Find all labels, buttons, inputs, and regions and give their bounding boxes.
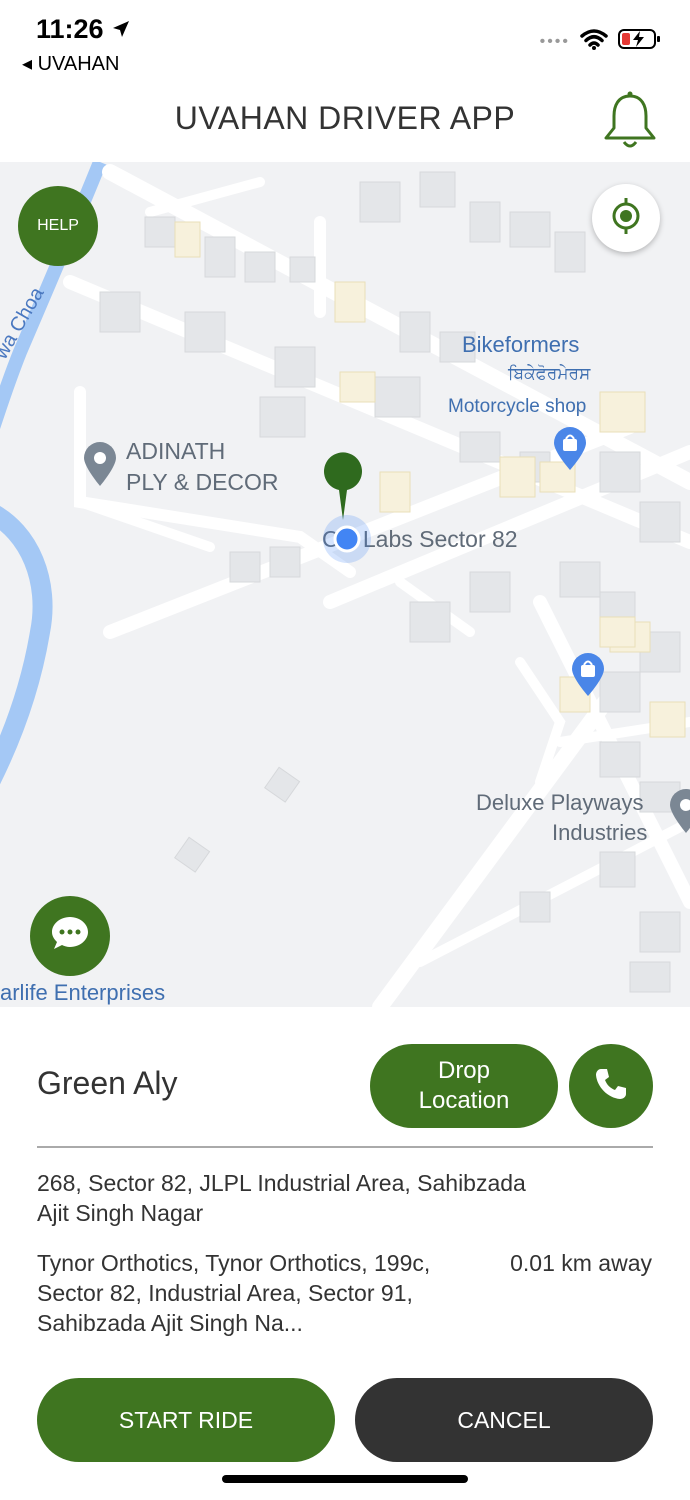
location-arrow-icon <box>111 15 131 46</box>
help-button[interactable]: HELP <box>18 186 98 266</box>
distance-away: 0.01 km away <box>510 1250 652 1276</box>
map-label-bikeformers[interactable]: Bikeformers <box>462 332 579 358</box>
drop-address: Tynor Orthotics, Tynor Orthotics, 199c, … <box>37 1250 431 1336</box>
back-to-app-link[interactable]: ◂ UVAHAN <box>22 51 119 76</box>
shopping-bag-pin-icon[interactable] <box>570 652 606 703</box>
current-location-dot-icon <box>322 514 372 569</box>
phone-icon <box>593 1066 629 1107</box>
recenter-button[interactable] <box>592 184 660 252</box>
map-label-bikeformers-punjabi: ਬਿਕੇਫੋਰਮੇਰਸ <box>508 364 591 383</box>
map-place-pin-icon[interactable] <box>668 787 690 840</box>
map-label-motorcycle-shop: Motorcycle shop <box>448 396 587 417</box>
map-view[interactable]: wa Choa Bikeformers ਬਿਕੇਫੋਰਮੇਰਸ Motorcyc… <box>0 162 690 1007</box>
crosshair-location-icon <box>606 196 646 241</box>
drop-location-button[interactable]: Drop Location <box>370 1044 558 1128</box>
home-indicator[interactable] <box>222 1475 468 1483</box>
passenger-name: Green Aly <box>37 1065 178 1101</box>
map-label-starlife[interactable]: arlife Enterprises <box>0 980 165 1006</box>
map-place-pin-icon[interactable] <box>82 440 118 493</box>
chat-button[interactable] <box>30 896 110 976</box>
map-canvas <box>0 162 690 1007</box>
wifi-icon <box>580 28 608 55</box>
pickup-address: 268, Sector 82, JLPL Industrial Area, Sa… <box>37 1170 526 1226</box>
start-ride-button[interactable]: START RIDE <box>37 1378 335 1462</box>
page-title: UVAHAN DRIVER APP <box>174 100 516 136</box>
divider <box>37 1146 653 1148</box>
notification-bell-icon[interactable] <box>600 90 660 157</box>
app-header: UVAHAN DRIVER APP <box>0 80 690 163</box>
map-label-deluxe-line2[interactable]: Industries <box>552 820 647 846</box>
status-time: 11:26 <box>36 14 131 46</box>
chat-bubble-icon <box>49 914 91 959</box>
signal-dots-icon: •••• <box>539 32 570 50</box>
cancel-button[interactable]: CANCEL <box>355 1378 653 1462</box>
status-indicators: •••• <box>540 28 662 55</box>
map-label-adinath-line2[interactable]: PLY & DECOR <box>126 469 279 496</box>
battery-charging-icon <box>618 28 662 55</box>
map-label-adinath-line1[interactable]: ADINATH <box>126 438 225 465</box>
shopping-bag-pin-icon[interactable] <box>552 426 588 477</box>
call-button[interactable] <box>569 1044 653 1128</box>
map-label-deluxe-line1[interactable]: Deluxe Playways <box>476 790 644 816</box>
status-bar: 11:26 ◂ UVAHAN •••• <box>0 0 690 80</box>
